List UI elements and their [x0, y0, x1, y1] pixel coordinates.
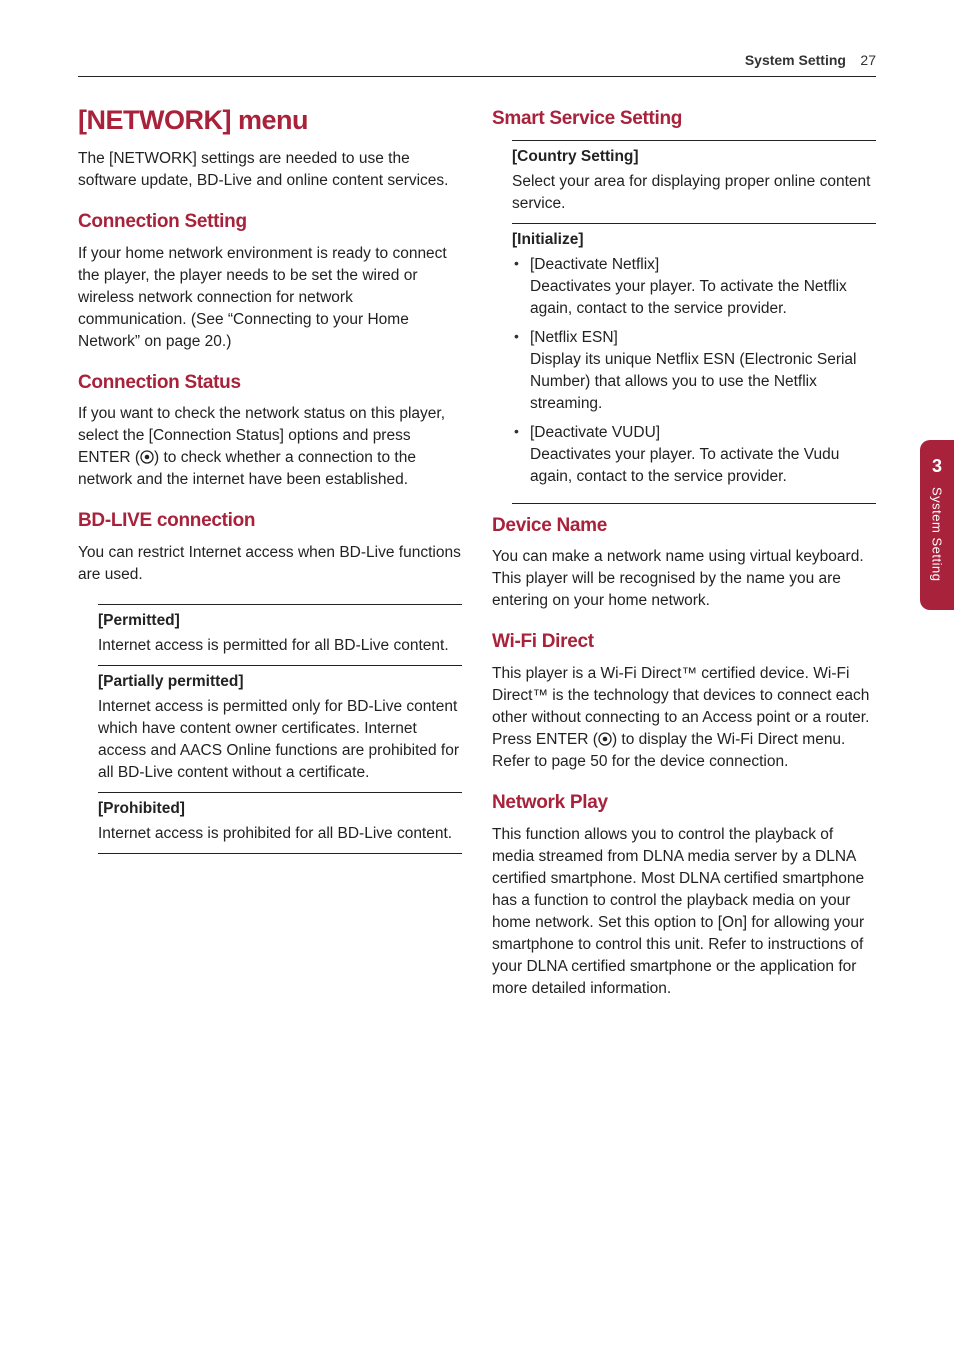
bdlive-options: [Permitted] Internet access is permitted… [98, 604, 462, 854]
deactivate-vudu-label: [Deactivate VUDU] [530, 424, 660, 441]
network-menu-intro: The [NETWORK] settings are needed to use… [78, 148, 462, 192]
country-setting-title: [Country Setting] [512, 140, 876, 166]
wifi-direct-body: This player is a Wi-Fi Direct™ certified… [492, 663, 876, 773]
enter-icon [598, 732, 612, 746]
connection-status-heading: Connection Status [78, 371, 462, 396]
prohibited-desc: Internet access is prohibited for all BD… [98, 823, 462, 854]
device-name-body: You can make a network name using virtua… [492, 546, 876, 612]
partially-permitted-desc: Internet access is permitted only for BD… [98, 696, 462, 792]
network-play-heading: Network Play [492, 791, 876, 816]
connection-setting-body: If your home network environment is read… [78, 243, 462, 353]
deactivate-netflix-desc: Deactivates your player. To activate the… [530, 278, 847, 317]
right-column: Smart Service Setting [Country Setting] … [492, 105, 876, 1018]
country-setting-desc: Select your area for displaying proper o… [512, 171, 876, 223]
left-column: [NETWORK] menu The [NETWORK] settings ar… [78, 105, 462, 1018]
netflix-esn-desc: Display its unique Netflix ESN (Electron… [530, 351, 856, 412]
enter-icon [140, 450, 154, 464]
initialize-title: [Initialize] [512, 223, 876, 249]
device-name-heading: Device Name [492, 514, 876, 539]
permitted-title: [Permitted] [98, 604, 462, 630]
smart-service-heading: Smart Service Setting [492, 107, 876, 132]
initialize-list: [Deactivate Netflix] Deactivates your pl… [512, 254, 876, 504]
partially-permitted-title: [Partially permitted] [98, 665, 462, 691]
bdlive-intro: You can restrict Internet access when BD… [78, 542, 462, 586]
network-menu-heading: [NETWORK] menu [78, 105, 462, 136]
connection-status-body: If you want to check the network status … [78, 403, 462, 491]
header-page-number: 27 [860, 52, 876, 68]
deactivate-vudu-desc: Deactivates your player. To activate the… [530, 446, 839, 485]
header-section: System Setting [745, 52, 846, 68]
wifi-direct-heading: Wi-Fi Direct [492, 630, 876, 655]
list-item: [Deactivate Netflix] Deactivates your pl… [512, 254, 876, 320]
list-item: [Deactivate VUDU] Deactivates your playe… [512, 422, 876, 488]
manual-page: System Setting 27 [NETWORK] menu The [NE… [0, 0, 954, 1058]
page-header: System Setting 27 [78, 52, 876, 77]
prohibited-title: [Prohibited] [98, 792, 462, 818]
network-play-body: This function allows you to control the … [492, 824, 876, 1000]
bdlive-heading: BD-LIVE connection [78, 509, 462, 534]
deactivate-netflix-label: [Deactivate Netflix] [530, 256, 659, 273]
permitted-desc: Internet access is permitted for all BD-… [98, 635, 462, 665]
connection-setting-heading: Connection Setting [78, 210, 462, 235]
netflix-esn-label: [Netflix ESN] [530, 329, 618, 346]
list-item: [Netflix ESN] Display its unique Netflix… [512, 327, 876, 415]
smart-service-options: [Country Setting] Select your area for d… [512, 140, 876, 504]
